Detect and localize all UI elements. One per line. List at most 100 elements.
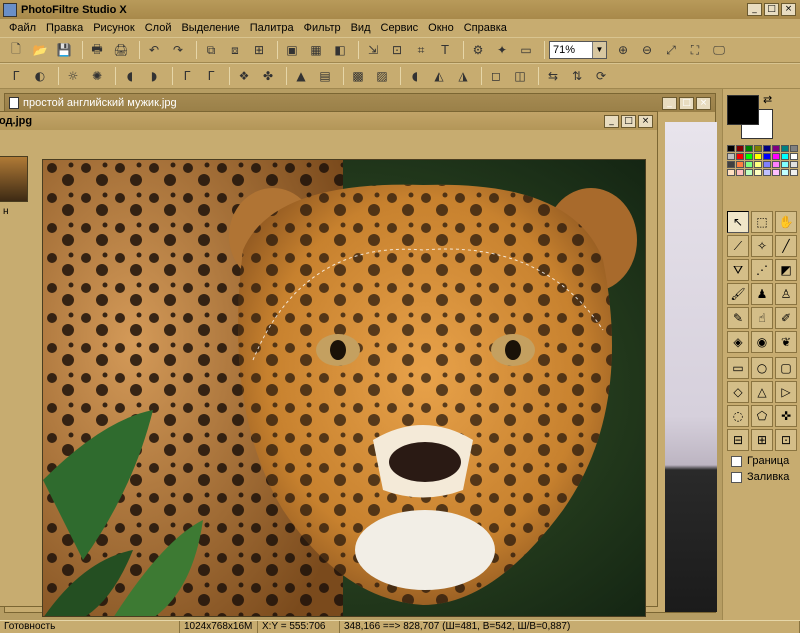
strawberry-icon[interactable]: ❦ (775, 331, 797, 353)
palette-swatch[interactable] (781, 145, 789, 152)
menu-item-8[interactable]: Сервис (376, 22, 424, 34)
grayscale-icon[interactable]: ▲ (291, 66, 311, 86)
auto-levels-icon[interactable]: Γ (6, 66, 26, 86)
fill-checkbox[interactable] (731, 471, 742, 483)
magic-select-icon[interactable]: ⬚ (751, 211, 773, 233)
plugin-icon[interactable]: ⚙ (468, 40, 488, 60)
palette-swatch[interactable] (790, 161, 798, 168)
actual-size-icon[interactable]: ⛶ (685, 40, 705, 60)
fill-bucket-icon[interactable]: ⛛ (727, 259, 749, 281)
hue-icon[interactable]: ✤ (258, 66, 278, 86)
palette-swatch[interactable] (763, 153, 771, 160)
layer-thumbnail[interactable] (0, 156, 28, 202)
diamond-shape-icon[interactable]: ◇ (727, 381, 749, 403)
stretch-icon[interactable]: ◫ (510, 66, 530, 86)
palette-swatch[interactable] (763, 145, 771, 152)
automate-icon[interactable]: ✦ (492, 40, 512, 60)
palette-swatch[interactable] (745, 161, 753, 168)
palette-swatch[interactable] (763, 161, 771, 168)
border-option[interactable]: Граница (731, 455, 789, 467)
brightness-plus-icon[interactable]: ☼ (63, 66, 83, 86)
menu-item-10[interactable]: Справка (459, 22, 512, 34)
palette-swatch[interactable] (745, 169, 753, 176)
menu-item-4[interactable]: Выделение (176, 22, 244, 34)
palette-swatch[interactable] (736, 153, 744, 160)
texture-icon[interactable]: ◻ (486, 66, 506, 86)
magic-wand-icon[interactable]: ✧ (751, 235, 773, 257)
palette-swatch[interactable] (772, 145, 780, 152)
palette-swatch[interactable] (736, 161, 744, 168)
palette-swatch[interactable] (772, 153, 780, 160)
palette-swatch[interactable] (772, 161, 780, 168)
menu-item-7[interactable]: Вид (346, 22, 376, 34)
print-icon[interactable]: 🖶 (87, 40, 107, 60)
palette-swatch[interactable] (745, 145, 753, 152)
crop-icon[interactable]: ⌗ (411, 40, 431, 60)
hand-tool-icon[interactable]: ✋ (775, 211, 797, 233)
doc-maximize-icon[interactable]: □ (679, 96, 694, 110)
saturation-icon[interactable]: ❖ (234, 66, 254, 86)
palette-swatch[interactable] (745, 153, 753, 160)
all-selection-icon[interactable]: ⊡ (775, 429, 797, 451)
doc-close-icon[interactable]: × (696, 96, 711, 110)
palette-swatch[interactable] (790, 145, 798, 152)
soften-icon[interactable]: ◖ (405, 66, 425, 86)
menu-item-5[interactable]: Палитра (245, 22, 299, 34)
doc-front-maximize-icon[interactable]: □ (621, 114, 636, 128)
menu-item-0[interactable]: Файл (4, 22, 41, 34)
fill-option[interactable]: Заливка (731, 471, 789, 483)
document-window-front[interactable]: од.jpg _ □ × н (0, 111, 658, 617)
select-tool-icon[interactable]: ↖ (727, 211, 749, 233)
palette-swatch[interactable] (727, 161, 735, 168)
browser-icon[interactable]: ▭ (516, 40, 536, 60)
scan-icon[interactable]: 🖨 (111, 40, 131, 60)
palette-swatch[interactable] (727, 145, 735, 152)
palette-swatch[interactable] (736, 145, 744, 152)
minimize-icon[interactable]: _ (747, 3, 762, 16)
border-checkbox[interactable] (731, 455, 742, 467)
doc-minimize-icon[interactable]: _ (662, 96, 677, 110)
lasso-icon[interactable]: ◌ (727, 405, 749, 427)
palette-swatch[interactable] (781, 169, 789, 176)
palette-swatch[interactable] (727, 169, 735, 176)
text-icon[interactable]: T (435, 40, 455, 60)
palette-swatch[interactable] (754, 169, 762, 176)
copy-image-icon[interactable]: ⧉ (201, 40, 221, 60)
flip-v-icon[interactable]: ⇅ (567, 66, 587, 86)
zoom-select[interactable]: 71% ▼ (549, 41, 607, 59)
open-icon[interactable]: 📂 (30, 40, 50, 60)
document-titlebar-back[interactable]: простой английский мужик.jpg _ □ × (5, 94, 715, 112)
clone-stamp-icon[interactable]: ♟ (751, 283, 773, 305)
contrast-minus-icon[interactable]: ◗ (144, 66, 164, 86)
palette-swatch[interactable] (781, 161, 789, 168)
paste-new-icon[interactable]: ⊞ (249, 40, 269, 60)
retouch-icon[interactable]: ✐ (775, 307, 797, 329)
doc-front-close-icon[interactable]: × (638, 114, 653, 128)
rotate-icon[interactable]: ⟳ (591, 66, 611, 86)
triangle-shape-icon[interactable]: △ (751, 381, 773, 403)
eyedropper-icon[interactable]: ⟋ (727, 235, 749, 257)
menu-item-6[interactable]: Фильтр (299, 22, 346, 34)
palette-swatch[interactable] (790, 153, 798, 160)
gamma-plus-icon[interactable]: Γ (177, 66, 197, 86)
paste-image-icon[interactable]: ⧈ (225, 40, 245, 60)
rect-shape-icon[interactable]: ▭ (727, 357, 749, 379)
palette-swatch[interactable] (754, 161, 762, 168)
spray-icon[interactable]: ⋰ (751, 259, 773, 281)
swap-colors-icon[interactable]: ⇄ (763, 93, 772, 106)
redo-icon[interactable]: ↷ (168, 40, 188, 60)
fullscreen-icon[interactable]: 🖵 (709, 40, 729, 60)
contrast-plus-icon[interactable]: ◖ (120, 66, 140, 86)
flip-h-icon[interactable]: ⇆ (543, 66, 563, 86)
doc-front-minimize-icon[interactable]: _ (604, 114, 619, 128)
new-icon[interactable]: 🗋 (6, 40, 26, 60)
sharpen-icon[interactable]: ▨ (372, 66, 392, 86)
rounded-rect-icon[interactable]: ▢ (775, 357, 797, 379)
invert-selection-icon[interactable]: ⊟ (727, 429, 749, 451)
ellipse-shape-icon[interactable]: ○ (751, 357, 773, 379)
canvas-size-icon[interactable]: ⊡ (387, 40, 407, 60)
drop2-icon[interactable]: ◮ (453, 66, 473, 86)
palette-swatch[interactable] (736, 169, 744, 176)
document-titlebar-front[interactable]: од.jpg _ □ × (0, 112, 657, 130)
zoom-in-icon[interactable]: ⊕ (613, 40, 633, 60)
